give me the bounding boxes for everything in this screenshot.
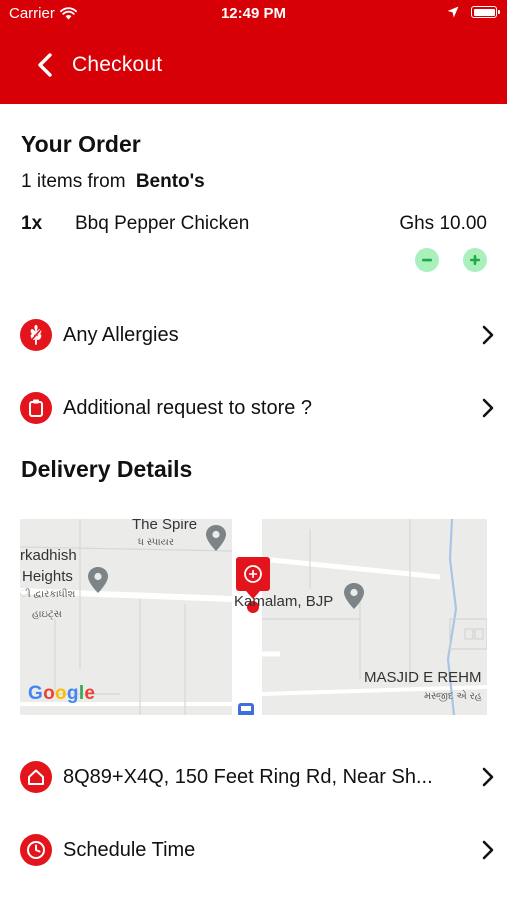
poi-pin-icon: [88, 567, 108, 593]
delivery-address-row[interactable]: 8Q89+X4Q, 150 Feet Ring Rd, Near Sh...: [20, 757, 494, 797]
page-title: Checkout: [72, 53, 163, 76]
home-icon: [20, 761, 52, 793]
map-label-heights-local2: હાઇટ્સ: [32, 609, 62, 620]
chevron-right-icon: [482, 767, 494, 787]
map-label-masjid: MASJID E REHM: [364, 669, 482, 686]
map-label-kamalam: Kamalam, BJP: [234, 593, 334, 610]
schedule-time-label: Schedule Time: [63, 838, 196, 861]
store-name: Bento's: [135, 171, 205, 192]
status-right: [447, 6, 500, 18]
map-label-masjid-local: મસ્જીદ એ રહ: [424, 691, 482, 702]
schedule-time-row[interactable]: Schedule Time: [20, 830, 494, 870]
order-heading: Your Order: [21, 131, 141, 157]
additional-request-label: Additional request to store ?: [63, 396, 313, 419]
poi-pin-icon: [344, 583, 364, 609]
app-header: Carrier 12:49 PM Checkout: [0, 0, 507, 104]
map-label-heights-local1: ી દ્વારકાધીશ: [20, 589, 76, 600]
allergies-row[interactable]: Any Allergies: [20, 315, 494, 355]
allergies-label: Any Allergies: [63, 323, 179, 346]
order-count-text: 1 items from: [21, 171, 126, 192]
nav-bar: Checkout: [0, 38, 507, 90]
bus-stop-icon: [238, 703, 254, 715]
poi-pin-icon: [206, 525, 226, 551]
plus-icon: [470, 255, 480, 265]
additional-request-row[interactable]: Additional request to store ?: [20, 388, 494, 428]
notepad-icon: [20, 392, 52, 424]
delivery-address-label: 8Q89+X4Q, 150 Feet Ring Rd, Near Sh...: [63, 765, 433, 788]
delivery-map[interactable]: The Spire ધ સ્પાયર rkadhish Heights ી દ્…: [20, 519, 487, 715]
status-bar: Carrier 12:49 PM: [0, 0, 507, 28]
item-price: Ghs 10.00: [399, 213, 487, 234]
order-summary: 1 items from Bento's: [21, 171, 205, 193]
battery-icon: [471, 6, 500, 18]
increase-quantity-button[interactable]: [463, 248, 487, 272]
back-button[interactable]: [28, 48, 62, 82]
chevron-right-icon: [482, 325, 494, 345]
decrease-quantity-button[interactable]: [415, 248, 439, 272]
chevron-left-icon: [38, 53, 52, 77]
minus-icon: [422, 258, 432, 262]
delivery-heading: Delivery Details: [21, 456, 193, 482]
location-arrow-icon: [447, 6, 459, 18]
item-name: Bbq Pepper Chicken: [75, 213, 250, 234]
item-quantity: 1x: [21, 213, 43, 234]
chevron-right-icon: [482, 398, 494, 418]
map-label-spire-local: ધ સ્પાયર: [138, 537, 175, 548]
order-item: 1x Bbq Pepper Chicken Ghs 10.00: [21, 213, 487, 239]
map-label-heights-line1: rkadhish: [20, 547, 77, 564]
wheat-icon: [20, 319, 52, 351]
clock-icon: [20, 834, 52, 866]
google-logo: Google: [28, 683, 96, 704]
map-label-heights-line2: Heights: [22, 568, 73, 585]
map-label-spire: The Spire: [132, 519, 198, 533]
status-time: 12:49 PM: [220, 5, 287, 22]
chevron-right-icon: [482, 840, 494, 860]
